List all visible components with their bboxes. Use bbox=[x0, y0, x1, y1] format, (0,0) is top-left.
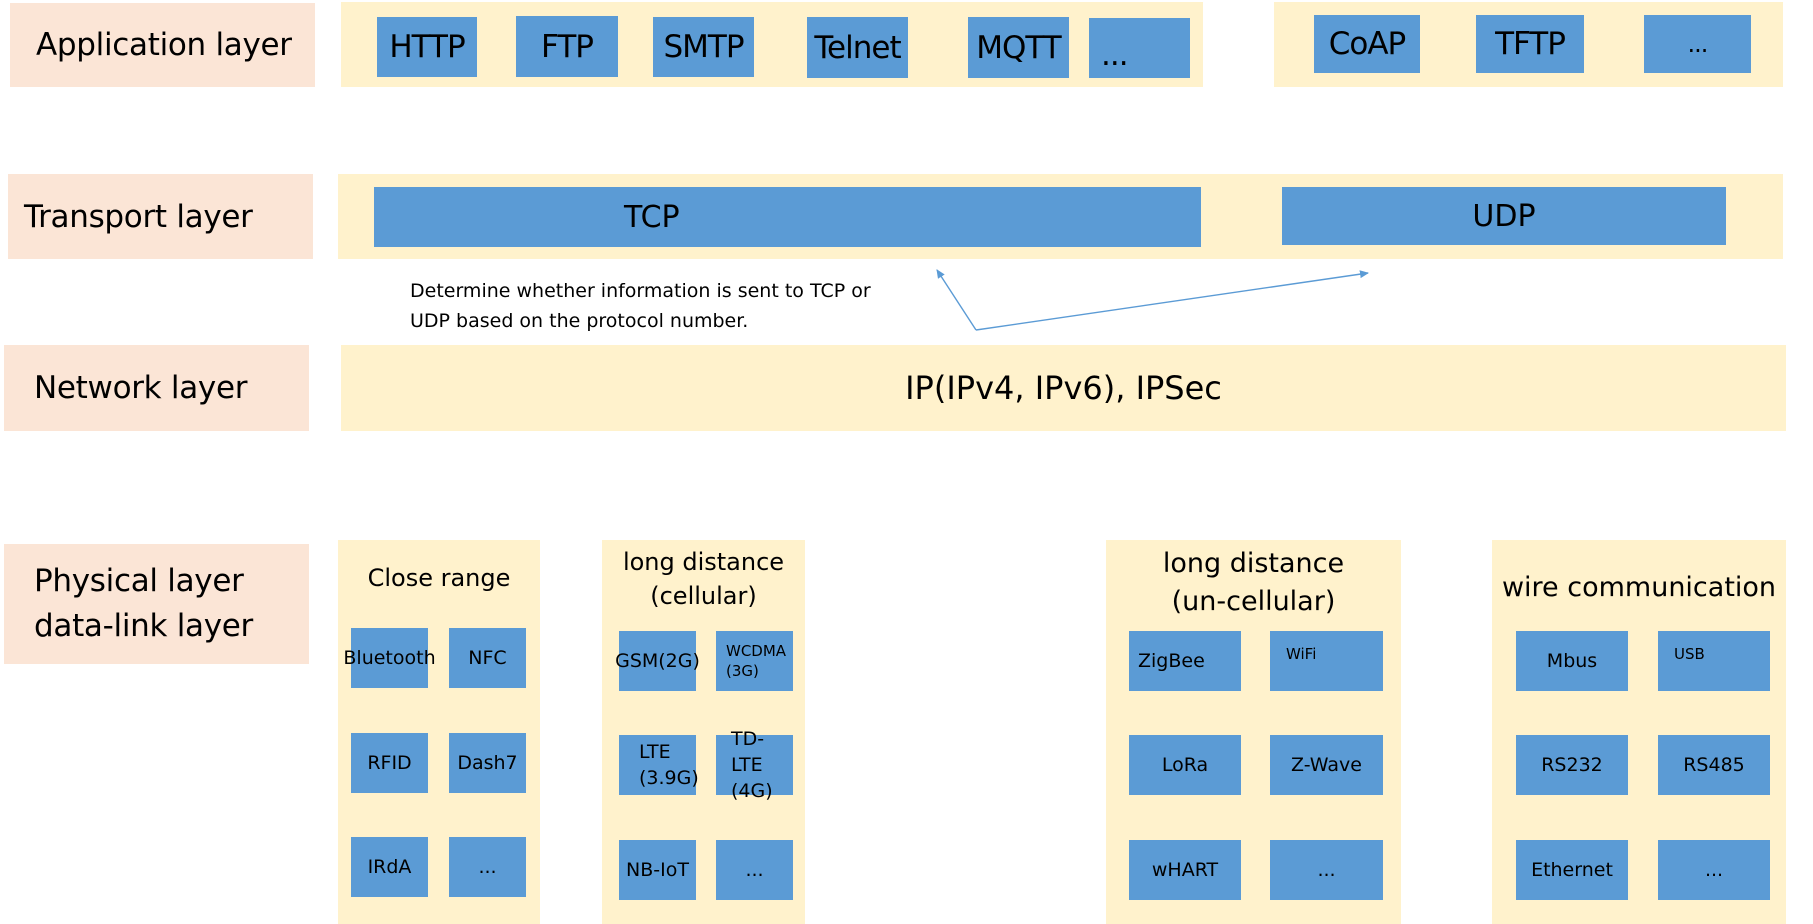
tech-box-irda: IRdA bbox=[351, 837, 428, 897]
tech-box-usb: USB bbox=[1658, 631, 1770, 691]
tech-label: Ethernet bbox=[1531, 859, 1613, 881]
tech-label-line-1: TD-LTE bbox=[731, 728, 765, 776]
tech-label: ... bbox=[745, 859, 764, 881]
tech-label: WiFi bbox=[1286, 645, 1317, 663]
column-title-line-2: (cellular) bbox=[650, 582, 757, 610]
physical-layer-label-line-2: data-link layer bbox=[34, 608, 253, 644]
tech-label: Z-Wave bbox=[1291, 754, 1362, 776]
tech-box-ethernet: Ethernet bbox=[1516, 840, 1628, 900]
tech-label: Dash7 bbox=[457, 752, 518, 774]
tech-box-rfid: RFID bbox=[351, 733, 428, 793]
tech-box-zigbee: ZigBee bbox=[1129, 631, 1241, 691]
tech-label: NB-IoT bbox=[626, 859, 689, 881]
column-title-line-2: (un-cellular) bbox=[1171, 586, 1336, 617]
physical-layer-label: Physical layer data-link layer bbox=[4, 544, 309, 664]
tech-label-line-1: LTE bbox=[639, 741, 671, 763]
network-layer-label-text: Network layer bbox=[34, 370, 248, 406]
tech-label: ... bbox=[1704, 859, 1724, 881]
tech-label: RS485 bbox=[1683, 754, 1745, 776]
tech-label: NFC bbox=[468, 647, 507, 669]
tech-box-wifi: WiFi bbox=[1270, 631, 1383, 691]
column-title: Close range bbox=[367, 564, 511, 592]
tech-box-wcdma: WCDMA (3G) bbox=[716, 631, 793, 691]
tech-label: ... bbox=[1317, 859, 1336, 881]
tech-box-more: ... bbox=[1270, 840, 1383, 900]
tech-box-more: ... bbox=[449, 837, 526, 897]
tech-label: GSM(2G) bbox=[615, 650, 700, 672]
tech-box-z-wave: Z-Wave bbox=[1270, 735, 1383, 795]
tech-label: Mbus bbox=[1546, 650, 1598, 672]
tech-box-lora: LoRa bbox=[1129, 735, 1241, 795]
tech-label: IRdA bbox=[367, 856, 412, 878]
network-layer-label: Network layer bbox=[4, 345, 309, 431]
tech-label: RFID bbox=[367, 752, 412, 774]
column-title: wire communication bbox=[1501, 572, 1777, 603]
tech-label: ... bbox=[478, 856, 497, 878]
column-title-line-1: long distance bbox=[622, 548, 785, 576]
tech-box-more: ... bbox=[1658, 840, 1770, 900]
arrow-to-udp bbox=[975, 270, 1369, 331]
tech-box-more: ... bbox=[716, 840, 793, 900]
arrow-to-tcp bbox=[936, 269, 977, 331]
tech-label: wHART bbox=[1151, 859, 1219, 881]
tech-label-line-1: WCDMA bbox=[726, 642, 787, 660]
tech-box-lte: LTE (3.9G) bbox=[619, 735, 699, 795]
tech-box-rs485: RS485 bbox=[1658, 735, 1770, 795]
tech-box-dash7: Dash7 bbox=[449, 733, 526, 793]
tech-label: USB bbox=[1674, 645, 1705, 663]
tech-label: LoRa bbox=[1161, 754, 1209, 776]
tech-label-line-2: (3G) bbox=[726, 662, 759, 680]
tech-label: RS232 bbox=[1541, 754, 1603, 776]
tech-box-nfc: NFC bbox=[449, 628, 526, 688]
column-title-line-1: long distance bbox=[1162, 548, 1345, 579]
tech-box-bluetooth: Bluetooth bbox=[343, 628, 436, 688]
network-protocols-text: IP(IPv4, IPv6), IPSec bbox=[905, 369, 1222, 407]
tech-label-line-2: (4G) bbox=[731, 780, 773, 802]
tech-box-nb-iot: NB-IoT bbox=[619, 840, 696, 900]
tech-box-whart: wHART bbox=[1129, 840, 1241, 900]
tech-box-td-lte: TD-LTE (4G) bbox=[716, 728, 793, 802]
tech-label: ZigBee bbox=[1138, 650, 1205, 672]
tech-label-line-2: (3.9G) bbox=[639, 767, 699, 789]
tech-box-mbus: Mbus bbox=[1516, 631, 1628, 691]
tech-box-gsm: GSM(2G) bbox=[615, 631, 700, 691]
tech-box-rs232: RS232 bbox=[1516, 735, 1628, 795]
network-protocols-group: IP(IPv4, IPv6), IPSec bbox=[341, 345, 1786, 431]
physical-layer-label-line-1: Physical layer bbox=[34, 563, 244, 599]
tech-label: Bluetooth bbox=[343, 647, 436, 669]
